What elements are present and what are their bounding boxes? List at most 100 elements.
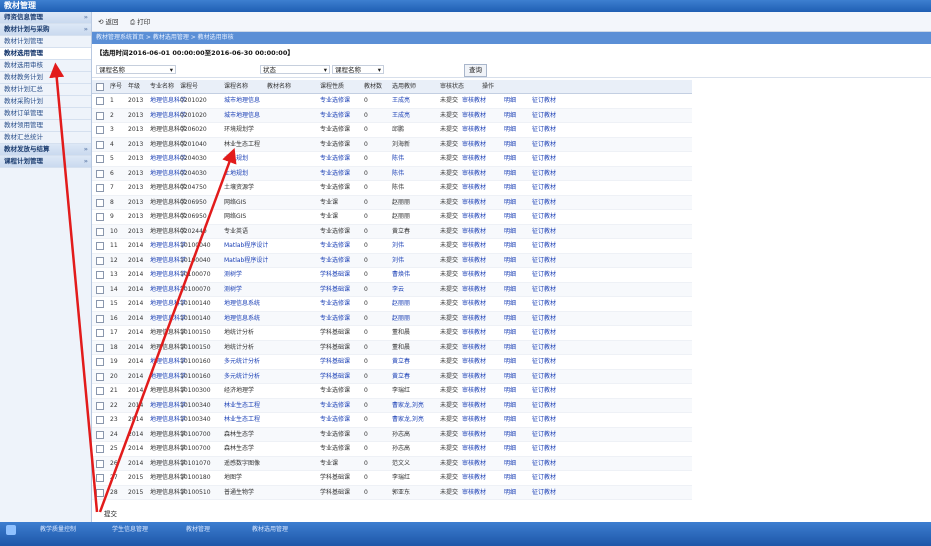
- order-link[interactable]: 征订教材: [532, 283, 556, 297]
- row-checkbox[interactable]: [96, 126, 104, 134]
- order-link[interactable]: 征订教材: [532, 239, 556, 253]
- detail-link[interactable]: 明细: [504, 196, 516, 210]
- order-link[interactable]: 征订教材: [532, 225, 556, 239]
- detail-link[interactable]: 明细: [504, 167, 516, 181]
- print-button[interactable]: ⎙ 打印: [130, 16, 150, 28]
- order-link[interactable]: 征订教材: [532, 312, 556, 326]
- table-row[interactable]: 21 2014 地理信息科学 10100300 经济地理学 专业选修课 0 李瑞红 未提交 审核教…: [92, 384, 692, 399]
- table-row[interactable]: 9 2013 地理信息科学 0206950 网络GIS 专业课 0 赵丽丽 未提交 审核教材 明细征…: [92, 210, 692, 225]
- back-button[interactable]: ⟲ 返回: [98, 16, 119, 28]
- detail-link[interactable]: 明细: [504, 355, 516, 369]
- column-header[interactable]: 专业名称: [150, 80, 174, 93]
- order-link[interactable]: 征订教材: [532, 109, 556, 123]
- row-checkbox[interactable]: [96, 314, 104, 323]
- detail-link[interactable]: 明细: [504, 413, 516, 427]
- order-link[interactable]: 征订教材: [532, 399, 556, 413]
- table-row[interactable]: 5 2013 地理信息科学 0204030 土地规划 专业选修课 0 陈伟 未提交 审核教材 明细征…: [92, 152, 692, 167]
- order-link[interactable]: 征订教材: [532, 471, 556, 485]
- order-link[interactable]: 征订教材: [532, 413, 556, 427]
- detail-link[interactable]: 明细: [504, 225, 516, 239]
- detail-link[interactable]: 明细: [504, 312, 516, 326]
- table-row[interactable]: 1 2013 地理信息科学 0201020 城市地理信息 专业选修课 0 王成亮 未提交 审核教材…: [92, 94, 692, 109]
- table-row[interactable]: 4 2013 地理信息科学 0201040 林业生态工程 专业选修课 0 刘海新 未提交 审核教材…: [92, 137, 692, 152]
- sidebar-item[interactable]: 师资信息管理 »: [0, 12, 91, 24]
- column-header[interactable]: 课程名称: [224, 80, 248, 93]
- table-row[interactable]: 6 2013 地理信息科学 0204030 土地规划 专业选修课 0 陈伟 未提交 审核教材 明细征…: [92, 166, 692, 181]
- sidebar-item[interactable]: 教材订单管理: [0, 108, 91, 120]
- detail-link[interactable]: 明细: [504, 399, 516, 413]
- table-row[interactable]: 7 2013 地理信息科学 0204750 土壤资源学 专业选修课 0 陈伟 未提交 审核教材 明细…: [92, 181, 692, 196]
- table-row[interactable]: 3 2013 地理信息科学 0206020 环境规划学 专业选修课 0 邱鹏 未提交 审核教材 明细…: [92, 123, 692, 138]
- row-checkbox[interactable]: [96, 474, 104, 482]
- sidebar-item[interactable]: 教材计划汇总: [0, 84, 91, 96]
- column-header[interactable]: 教材数: [364, 80, 382, 93]
- sidebar-item[interactable]: 教材选用审核: [0, 60, 91, 72]
- review-link[interactable]: 审核教材: [462, 370, 486, 384]
- detail-link[interactable]: 明细: [504, 254, 516, 268]
- order-link[interactable]: 征订教材: [532, 457, 556, 471]
- table-row[interactable]: 27 2015 地理信息科学 10100180 地图学 学科基础课 0 李瑞红 未提交 审核教材明…: [92, 471, 692, 486]
- order-link[interactable]: 征订教材: [532, 370, 556, 384]
- row-checkbox[interactable]: [96, 97, 104, 105]
- detail-link[interactable]: 明细: [504, 341, 516, 355]
- row-checkbox[interactable]: [96, 184, 104, 192]
- order-link[interactable]: 征订教材: [532, 326, 556, 340]
- select-all-checkbox[interactable]: [96, 83, 104, 91]
- order-link[interactable]: 征订教材: [532, 384, 556, 398]
- order-link[interactable]: 征订教材: [532, 341, 556, 355]
- review-link[interactable]: 审核教材: [462, 312, 486, 326]
- table-row[interactable]: 2 2013 地理信息科学 0201020 城市地理信息 专业选修课 0 王成亮 未提交 审核教材…: [92, 108, 692, 123]
- detail-link[interactable]: 明细: [504, 457, 516, 471]
- sidebar-item[interactable]: 教材发放与结算 »: [0, 144, 91, 156]
- review-link[interactable]: 审核教材: [462, 268, 486, 282]
- detail-link[interactable]: 明细: [504, 486, 516, 500]
- order-link[interactable]: 征订教材: [532, 428, 556, 442]
- order-link[interactable]: 征订教材: [532, 442, 556, 456]
- review-link[interactable]: 审核教材: [462, 138, 486, 152]
- detail-link[interactable]: 明细: [504, 442, 516, 456]
- review-link[interactable]: 审核教材: [462, 326, 486, 340]
- table-row[interactable]: 8 2013 地理信息科学 0206950 网络GIS 专业课 0 赵丽丽 未提交 审核教材 明细征…: [92, 195, 692, 210]
- table-row[interactable]: 22 2014 地理信息科学 10100340 林业生态工程 专业选修课 0 曹家龙,刘亮 未提…: [92, 398, 692, 413]
- review-link[interactable]: 审核教材: [462, 94, 486, 108]
- review-link[interactable]: 审核教材: [462, 109, 486, 123]
- sidebar-item[interactable]: 教材教务计划: [0, 72, 91, 84]
- order-link[interactable]: 征订教材: [532, 196, 556, 210]
- table-row[interactable]: 13 2014 地理信息科学 10100070 测树学 学科基础课 0 曹焕伟 未提交 审核教材明…: [92, 268, 692, 283]
- row-checkbox[interactable]: [96, 285, 104, 294]
- row-checkbox[interactable]: [96, 416, 104, 424]
- row-checkbox[interactable]: [96, 111, 104, 120]
- sidebar-item[interactable]: 教材领用管理: [0, 120, 91, 132]
- table-row[interactable]: 19 2014 地理信息科学 10100160 多元统计分析 学科基础课 0 黄立春 未提交 审核…: [92, 355, 692, 370]
- detail-link[interactable]: 明细: [504, 123, 516, 137]
- sidebar-item[interactable]: 教材选用管理: [0, 48, 91, 60]
- row-checkbox[interactable]: [96, 271, 104, 279]
- course-filter-select-2[interactable]: 课程名称 ▾: [332, 65, 384, 74]
- row-checkbox[interactable]: [96, 401, 104, 410]
- submit-button[interactable]: 提交: [104, 508, 117, 520]
- table-row[interactable]: 20 2014 地理信息科学 10100160 多元统计分析 学科基础课 0 黄立春 未提交 审核…: [92, 369, 692, 384]
- column-header[interactable]: 审核状态: [440, 80, 464, 93]
- table-row[interactable]: 11 2014 地理信息科学 10100040 Matlab程序设计 专业选修课 0 刘伟 未提…: [92, 239, 692, 254]
- detail-link[interactable]: 明细: [504, 370, 516, 384]
- detail-link[interactable]: 明细: [504, 326, 516, 340]
- row-checkbox[interactable]: [96, 329, 104, 337]
- review-link[interactable]: 审核教材: [462, 225, 486, 239]
- row-checkbox[interactable]: [96, 256, 104, 265]
- review-link[interactable]: 审核教材: [462, 471, 486, 485]
- review-link[interactable]: 审核教材: [462, 181, 486, 195]
- column-header[interactable]: 课程号: [180, 80, 198, 93]
- table-row[interactable]: 18 2014 地理信息科学 10100150 地统计分析 学科基础课 0 董和晨 未提交 审核教…: [92, 340, 692, 355]
- order-link[interactable]: 征订教材: [532, 210, 556, 224]
- start-icon[interactable]: [6, 525, 16, 535]
- sidebar-item[interactable]: 课程计划管理 »: [0, 156, 91, 168]
- row-checkbox[interactable]: [96, 372, 104, 381]
- row-checkbox[interactable]: [96, 213, 104, 221]
- table-row[interactable]: 16 2014 地理信息科学 10100140 地理信息系统 专业选修课 0 赵丽丽 未提交 审核…: [92, 311, 692, 326]
- detail-link[interactable]: 明细: [504, 210, 516, 224]
- review-link[interactable]: 审核教材: [462, 486, 486, 500]
- review-link[interactable]: 审核教材: [462, 123, 486, 137]
- review-link[interactable]: 审核教材: [462, 457, 486, 471]
- detail-link[interactable]: 明细: [504, 94, 516, 108]
- order-link[interactable]: 征订教材: [532, 94, 556, 108]
